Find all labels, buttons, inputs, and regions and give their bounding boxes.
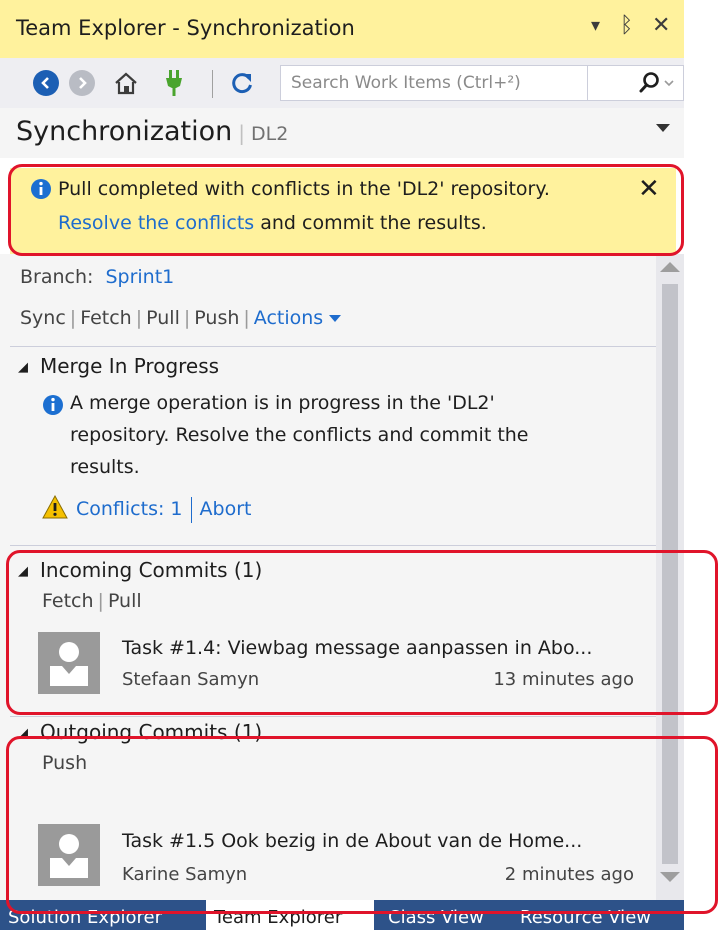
warning-icon	[42, 494, 68, 524]
scroll-down-arrow-icon[interactable]	[660, 872, 680, 882]
toolbar-separator	[212, 70, 213, 98]
outgoing-commit-title[interactable]: Task #1.5 Ook bezig in de About van de H…	[122, 830, 582, 852]
merge-collapse-triangle-icon[interactable]: ◢	[18, 360, 28, 375]
conflicts-link[interactable]: Conflicts: 1	[76, 498, 183, 520]
tab-resource-view[interactable]: Resource View	[512, 900, 684, 930]
pin-icon[interactable]: ᛒ	[620, 12, 633, 40]
window-title: Team Explorer - Synchronization	[16, 16, 355, 40]
window-menu-dropdown-icon[interactable]: ▾	[591, 12, 600, 40]
abort-link[interactable]: Abort	[200, 498, 252, 520]
search-separator	[587, 66, 588, 100]
divider	[10, 346, 656, 347]
branch-row: Branch: Sprint1	[20, 266, 174, 288]
incoming-commit-time: 13 minutes ago	[493, 669, 634, 690]
notification-message-rest: and commit the results.	[254, 212, 487, 234]
search-input[interactable]: Search Work Items (Ctrl+²)	[280, 65, 684, 101]
tool-window-tabs: Solution Explorer Team Explorer Class Vi…	[0, 900, 684, 930]
outgoing-push-link[interactable]: Push	[42, 752, 87, 774]
merge-message-line2: repository. Resolve the conflicts and co…	[70, 424, 529, 446]
resolve-conflicts-link[interactable]: Resolve the conflicts	[58, 212, 254, 234]
outgoing-commit-author: Karine Samyn	[122, 864, 248, 885]
tab-class-view[interactable]: Class View	[380, 900, 502, 930]
page-title: Synchronization | DL2	[16, 116, 288, 147]
outgoing-collapse-triangle-icon[interactable]: ◢	[18, 726, 28, 741]
sync-link[interactable]: Sync	[20, 307, 66, 329]
pull-link[interactable]: Pull	[146, 307, 180, 329]
incoming-commit-author: Stefaan Samyn	[122, 669, 260, 690]
search-placeholder: Search Work Items (Ctrl+²)	[291, 73, 521, 93]
tab-solution-explorer[interactable]: Solution Explorer	[0, 900, 204, 930]
notification-close-icon[interactable]: ✕	[638, 174, 660, 204]
incoming-fetch-link[interactable]: Fetch	[42, 590, 94, 612]
outside-area	[684, 0, 720, 930]
merge-message-line3: results.	[70, 456, 140, 478]
home-icon[interactable]	[110, 67, 142, 99]
merge-message-line1: A merge operation is in progress in the …	[70, 392, 495, 414]
actions-chevron-down-icon[interactable]	[329, 315, 342, 322]
page-header: Synchronization | DL2	[0, 108, 684, 158]
avatar	[38, 824, 100, 886]
scroll-up-arrow-icon[interactable]	[660, 262, 680, 272]
incoming-section-title[interactable]: Incoming Commits (1)	[40, 558, 262, 582]
push-link[interactable]: Push	[194, 307, 239, 329]
info-icon	[30, 178, 52, 204]
incoming-collapse-triangle-icon[interactable]: ◢	[18, 564, 28, 579]
outgoing-commit-time: 2 minutes ago	[504, 864, 634, 885]
repository-name: DL2	[251, 123, 289, 145]
outgoing-section-title[interactable]: Outgoing Commits (1)	[40, 720, 262, 744]
back-icon[interactable]	[30, 67, 62, 99]
incoming-pull-link[interactable]: Pull	[108, 590, 142, 612]
notification-message: Pull completed with conflicts in the 'DL…	[58, 178, 550, 200]
header-dropdown-icon[interactable]	[656, 124, 670, 132]
page-title-text: Synchronization	[16, 116, 233, 147]
toolbar: Search Work Items (Ctrl+²)	[0, 58, 684, 108]
forward-icon[interactable]	[66, 67, 98, 99]
notification-message-line2: Resolve the conflicts and commit the res…	[58, 212, 487, 234]
merge-actions-row: Conflicts: 1 Abort	[42, 494, 252, 524]
divider	[10, 545, 656, 546]
merge-info-icon	[42, 394, 64, 420]
scrollbar-thumb[interactable]	[662, 284, 678, 864]
tab-team-explorer[interactable]: Team Explorer	[206, 900, 374, 930]
notification-banner: Pull completed with conflicts in the 'DL…	[10, 168, 676, 254]
close-icon[interactable]: ✕	[652, 12, 670, 40]
link-separator	[190, 496, 192, 523]
outgoing-actions-row: Push	[42, 752, 87, 774]
fetch-link[interactable]: Fetch	[80, 307, 132, 329]
divider	[10, 716, 656, 717]
header-separator: |	[238, 121, 246, 145]
search-icon[interactable]	[637, 69, 674, 97]
incoming-actions-row: Fetch | Pull	[42, 590, 142, 612]
refresh-icon[interactable]	[226, 67, 258, 99]
avatar	[38, 632, 100, 694]
merge-section-title[interactable]: Merge In Progress	[40, 354, 219, 378]
actions-dropdown[interactable]: Actions	[254, 307, 323, 329]
branch-link[interactable]: Sprint1	[105, 266, 174, 288]
incoming-commit-title[interactable]: Task #1.4: Viewbag message aanpassen in …	[122, 637, 592, 659]
actions-row: Sync | Fetch | Pull | Push | Actions	[20, 307, 342, 329]
title-bar: Team Explorer - Synchronization ▾ ᛒ ✕	[0, 0, 684, 58]
connect-icon[interactable]	[158, 67, 190, 99]
branch-label: Branch:	[20, 266, 94, 288]
